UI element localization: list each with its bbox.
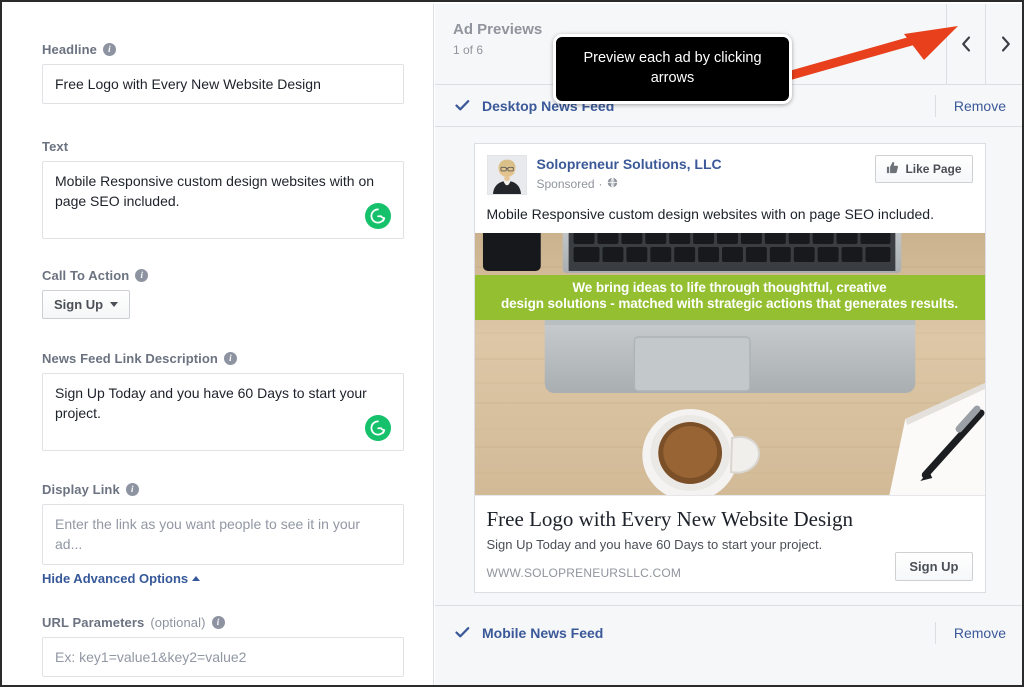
remove-mobile-news-feed-link[interactable]: Remove [936,625,1006,641]
field-headline-label: Headline i [42,42,404,57]
profile-photo-avatar [486,155,527,195]
ad-card-footer: Free Logo with Every New Website Design … [474,494,985,592]
ad-card-header: Solopreneur Solutions, LLC Sponsored · L… [475,144,985,195]
chevron-right-icon [1001,36,1010,52]
field-display-link-label-text: Display Link [42,482,120,497]
caret-up-icon [192,576,201,581]
ad-image-banner-overlay: We bring ideas to life through thoughtfu… [474,274,985,320]
placement-row-mobile-news-feed[interactable]: Mobile News Feed Remove [435,604,1022,660]
field-url-params-label-text: URL Parameters [42,615,145,630]
ad-banner-line-2: design solutions - matched with strategi… [500,296,959,312]
previous-preview-button[interactable] [946,4,985,84]
ad-sponsored-line: Sponsored · [537,177,876,191]
field-url-parameters: URL Parameters (optional) i Ex: key1=val… [42,615,404,678]
globe-icon [607,177,618,191]
ad-editor-screenshot: Headline i Free Logo with Every New Webs… [0,0,1024,687]
field-cta-label: Call To Action i [42,268,404,283]
field-display-link-label: Display Link i [42,482,404,497]
field-headline-label-text: Headline [42,42,97,57]
chevron-left-icon [961,36,970,52]
remove-mobile-wrap: Remove [934,621,1022,644]
field-call-to-action: Call To Action i Sign Up [42,268,404,319]
remove-desktop-news-feed-link[interactable]: Remove [936,98,1006,114]
url-parameters-input[interactable]: Ex: key1=value1&key2=value2 [42,637,404,678]
field-display-link: Display Link i Enter the link as you wan… [42,482,404,565]
news-feed-link-description-textarea[interactable]: Sign Up Today and you have 60 Days to st… [42,373,404,451]
ad-sponsored-label: Sponsored [536,177,595,191]
checkmark-icon [455,99,470,112]
call-to-action-value: Sign Up [54,297,104,312]
ad-preview-area: Solopreneur Solutions, LLC Sponsored · L… [435,127,1022,605]
ad-banner-line-1: We bring ideas to life through thoughtfu… [572,279,887,295]
info-icon[interactable]: i [125,483,139,496]
ad-cta-sign-up-button[interactable]: Sign Up [895,551,973,581]
field-news-feed-link-description: News Feed Link Description i Sign Up Tod… [42,351,404,451]
info-icon[interactable]: i [211,616,225,629]
nfld-value: Sign Up Today and you have 60 Days to st… [55,385,367,422]
field-url-params-label: URL Parameters (optional) i [42,615,404,630]
ad-preview-card: Solopreneur Solutions, LLC Sponsored · L… [473,143,986,593]
ad-creative-form-panel: Headline i Free Logo with Every New Webs… [4,4,434,685]
text-textarea-value: Mobile Responsive custom design websites… [55,173,375,210]
caret-down-icon [110,302,119,307]
like-page-label: Like Page [905,162,962,176]
instruction-tooltip: Preview each ad by clicking arrows [553,34,792,105]
hide-advanced-options-link[interactable]: Hide Advanced Options [42,571,201,586]
placement-label-mobile-news-feed: Mobile News Feed [482,624,604,641]
grammarly-g-icon[interactable] [365,203,391,229]
ad-card-name-block: Solopreneur Solutions, LLC Sponsored · [537,155,876,191]
headline-input[interactable]: Free Logo with Every New Website Design [42,64,404,105]
ad-creative-image: We bring ideas to life through thoughtfu… [474,232,985,495]
like-page-button[interactable]: Like Page [875,155,973,183]
hide-advanced-options-label: Hide Advanced Options [42,571,189,586]
field-cta-label-text: Call To Action [42,268,130,283]
ad-description: Sign Up Today and you have 60 Days to st… [486,537,823,553]
text-textarea[interactable]: Mobile Responsive custom design websites… [42,161,404,239]
field-nfld-label: News Feed Link Description i [42,351,404,366]
ad-body-text: Mobile Responsive custom design websites… [486,206,934,222]
info-icon[interactable]: i [223,352,237,365]
field-nfld-label-text: News Feed Link Description [42,351,218,366]
grammarly-g-icon[interactable] [365,415,391,441]
info-icon[interactable]: i [102,43,116,56]
field-text: Text Mobile Responsive custom design web… [42,139,404,239]
field-text-label-text: Text [42,139,69,154]
next-preview-button[interactable] [985,4,1022,84]
checkmark-icon [455,626,470,639]
ad-sponsored-separator: · [598,177,603,191]
display-link-input[interactable]: Enter the link as you want people to see… [42,504,404,565]
ad-headline: Free Logo with Every New Website Design [486,506,854,531]
field-text-label: Text [42,139,404,154]
ad-page-name[interactable]: Solopreneur Solutions, LLC [537,156,722,172]
thumbs-up-icon [886,161,899,177]
info-icon[interactable]: i [135,269,149,282]
remove-desktop-wrap: Remove [934,94,1022,117]
field-url-params-optional: (optional) [150,615,206,630]
ad-previews-panel: Ad Previews 1 of 6 Desktop News Feed Rem… [435,4,1022,685]
call-to-action-dropdown[interactable]: Sign Up [42,290,131,319]
field-headline: Headline i Free Logo with Every New Webs… [42,42,404,105]
